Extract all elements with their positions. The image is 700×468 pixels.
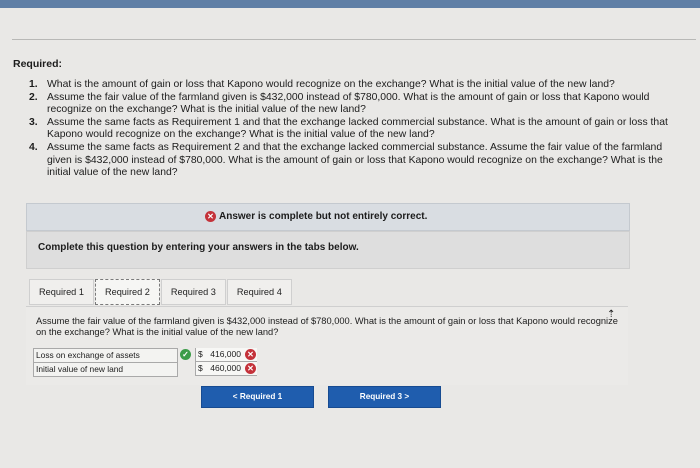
correct-check-icon: ✓ [180, 349, 191, 360]
question-text: Assume the same facts as Requirement 2 a… [47, 141, 663, 179]
chevron-left-icon: < [232, 392, 238, 401]
question-text: Assume the same facts as Requirement 1 a… [47, 116, 668, 141]
answer-field-land-value[interactable]: $ 460,000 ✕ [195, 362, 257, 376]
mouse-cursor-icon: ⇡ [607, 309, 616, 320]
answer-values: $ 416,000 ✕ $ 460,000 ✕ [195, 348, 257, 376]
question-number: 4. [29, 141, 38, 153]
tab-required-4[interactable]: Required 4 [226, 279, 292, 305]
question-item: 1. What is the amount of gain or loss th… [29, 79, 679, 92]
answer-status-banner: ✕ Answer is complete but not entirely co… [26, 203, 630, 231]
prev-button-label: Required 1 [239, 392, 283, 401]
answer-label: Loss on exchange of assets [33, 348, 178, 362]
question-item: 2. Assume the fair value of the farmland… [29, 92, 679, 117]
prev-requirement-button[interactable]: < Required 1 [201, 386, 314, 408]
divider [12, 39, 696, 40]
tab-required-2[interactable]: Required 2 [94, 279, 160, 305]
panel-question-text: Assume the fair value of the farmland gi… [36, 316, 618, 337]
tab-required-1[interactable]: Required 1 [29, 279, 94, 305]
instruction-banner: Complete this question by entering your … [26, 231, 630, 269]
next-button-label: Required 3 [359, 392, 403, 401]
tab-required-3[interactable]: Required 3 [160, 279, 226, 305]
answer-value: 416,000 [210, 349, 241, 359]
top-bar [0, 0, 700, 8]
answer-status-text: Answer is complete but not entirely corr… [219, 211, 428, 222]
error-x-icon: ✕ [245, 363, 256, 374]
question-number: 1. [29, 79, 38, 90]
answer-label: Initial value of new land [33, 362, 178, 377]
chevron-right-icon: > [404, 392, 410, 401]
question-list: 1. What is the amount of gain or loss th… [29, 79, 679, 180]
question-text: Assume the fair value of the farmland gi… [47, 91, 650, 116]
answer-value: 460,000 [210, 363, 241, 373]
instruction-text: Complete this question by entering your … [38, 242, 359, 253]
answer-field-loss[interactable]: $ 416,000 ✕ [195, 348, 257, 362]
answer-table: Loss on exchange of assets Initial value… [33, 348, 178, 377]
next-requirement-button[interactable]: Required 3 > [328, 386, 441, 408]
question-number: 2. [29, 91, 38, 103]
requirement-tabs: Required 1 Required 2 Required 3 Require… [29, 279, 293, 305]
question-item: 4. Assume the same facts as Requirement … [29, 142, 679, 180]
required-heading: Required: [13, 58, 63, 70]
currency-symbol: $ [198, 349, 203, 359]
error-x-icon: ✕ [245, 349, 256, 360]
question-item: 3. Assume the same facts as Requirement … [29, 117, 679, 142]
question-number: 3. [29, 116, 38, 128]
question-text: What is the amount of gain or loss that … [47, 79, 615, 90]
currency-symbol: $ [198, 363, 203, 373]
error-x-icon: ✕ [205, 211, 216, 222]
